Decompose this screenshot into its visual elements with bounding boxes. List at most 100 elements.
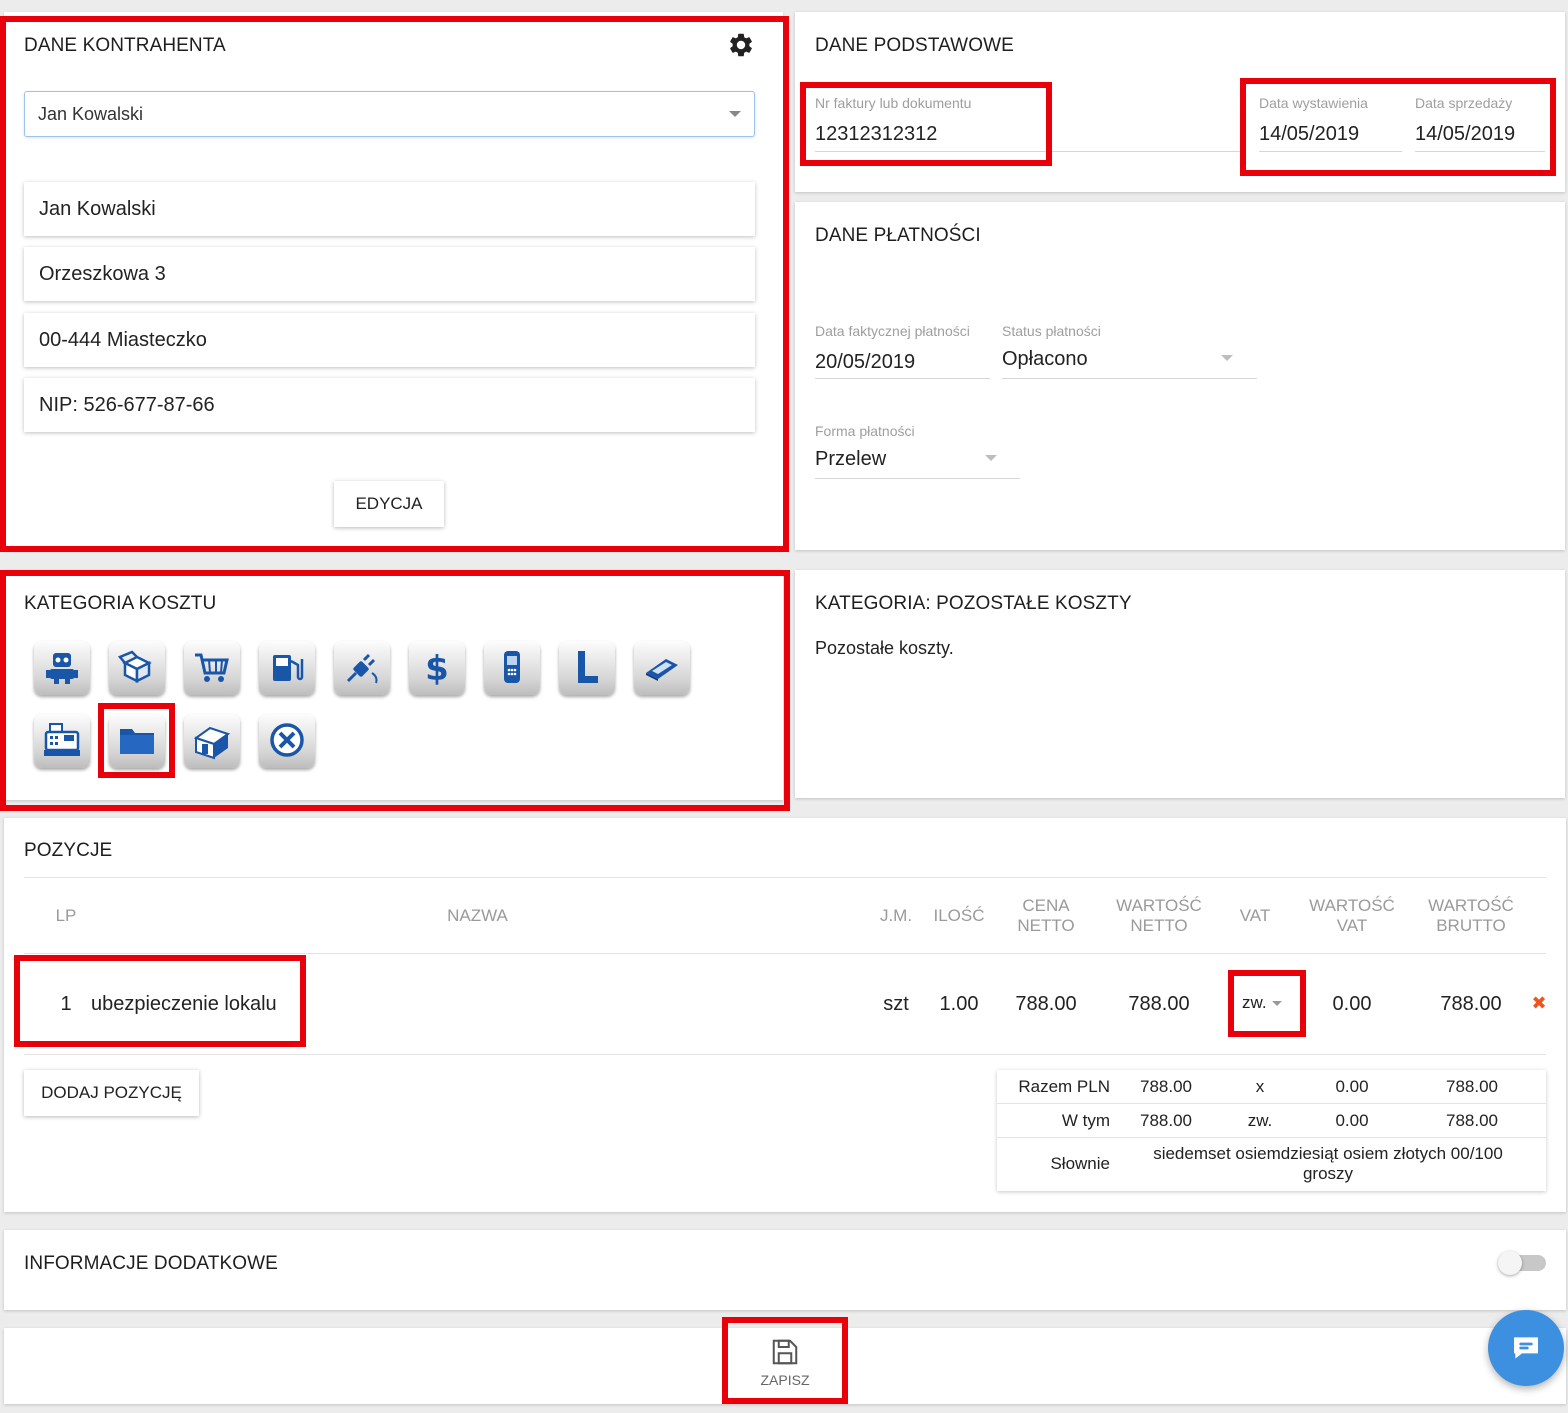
toggle-knob — [1498, 1251, 1522, 1275]
kontrahent-name: Jan Kowalski — [24, 182, 755, 236]
sum-wtym-vat-val: 0.00 — [1335, 1111, 1369, 1130]
row-nazwa-input[interactable]: ubezpieczenie lokalu — [91, 993, 277, 1016]
kontrahent-select[interactable]: Jan Kowalski — [24, 91, 755, 137]
row-wartosc-vat: 0.00 — [1332, 993, 1372, 1015]
nr-faktury-input[interactable]: 12312312312 — [815, 123, 1040, 146]
delete-row-icon[interactable]: ✖ — [1528, 993, 1550, 1014]
data-wystawienia-underline — [1259, 151, 1402, 152]
sum-slownie-label: Słownie — [1050, 1154, 1110, 1173]
data-sprzedazy-input[interactable]: 14/05/2019 — [1415, 123, 1515, 146]
summary-divider-2 — [997, 1137, 1546, 1138]
data-platnosci-underline — [815, 378, 990, 379]
dollar-icon[interactable]: $ — [409, 641, 465, 695]
data-platnosci-input[interactable]: 20/05/2019 — [815, 351, 915, 374]
sum-razem-brutto: 788.00 — [1446, 1077, 1498, 1096]
col-wartosc-brutto-line2: BRUTTO — [1436, 916, 1506, 935]
pozycje-title: POZYCJE — [24, 840, 113, 861]
col-wartosc-vat: WARTOŚĆ VAT — [1302, 896, 1402, 936]
platnosci-card — [795, 202, 1565, 550]
save-button[interactable]: ZAPISZ — [735, 1332, 835, 1394]
sum-wtym-brutto: 788.00 — [1446, 1111, 1498, 1130]
vat-chevron-down-icon — [1272, 1001, 1282, 1006]
pozycje-divider-header — [24, 953, 1546, 954]
add-position-button[interactable]: DODAJ POZYCJĘ — [24, 1070, 199, 1116]
col-wartosc-netto-line2: NETTO — [1130, 916, 1188, 935]
cart-icon[interactable] — [184, 641, 240, 695]
plug-icon[interactable] — [334, 641, 390, 695]
row-cena-netto[interactable]: 788.00 — [1000, 993, 1092, 1016]
row-jm[interactable]: szt — [870, 993, 922, 1016]
kategoria-info-title: KATEGORIA: POZOSTAŁE KOSZTY — [815, 593, 1132, 614]
sum-razem-vat-val: 0.00 — [1335, 1077, 1369, 1096]
sum-razem-vat: x — [1255, 1077, 1265, 1096]
col-cena-netto-line2: NETTO — [1017, 916, 1075, 935]
col-wartosc-vat-line2: VAT — [1336, 916, 1368, 935]
sum-wtym-label: W tym — [1061, 1111, 1110, 1130]
col-vat: VAT — [1239, 906, 1271, 925]
data-sprzedazy-underline — [1415, 151, 1545, 152]
col-ilosc: ILOŚĆ — [933, 906, 985, 925]
status-platnosci-underline — [1002, 378, 1257, 379]
kontrahent-city: 00-444 Miasteczko — [24, 313, 755, 367]
row-ilosc[interactable]: 1.00 — [926, 993, 992, 1016]
col-wartosc-brutto: WARTOŚĆ BRUTTO — [1420, 896, 1522, 936]
robot-icon[interactable] — [34, 641, 90, 695]
row-wartosc-netto: 788.00 — [1128, 993, 1190, 1015]
summary-table: Razem PLN 788.00 x 0.00 788.00 W tym 788… — [997, 1070, 1546, 1191]
col-cena-netto: CENA NETTO — [1000, 896, 1092, 936]
sum-razem-netto: 788.00 — [1140, 1077, 1192, 1096]
kategoria-info-description: Pozostałe koszty. — [815, 638, 954, 658]
col-cena-netto-line1: CENA — [1022, 896, 1070, 915]
svg-text:$: $ — [425, 649, 449, 687]
kontrahent-title: DANE KONTRAHENTA — [24, 35, 226, 56]
house-icon[interactable] — [184, 714, 240, 768]
sum-razem-label: Razem PLN — [1018, 1077, 1110, 1096]
row-vat-select[interactable]: zw. — [1242, 993, 1292, 1015]
calculator-icon[interactable] — [634, 641, 690, 695]
platnosci-title: DANE PŁATNOŚCI — [815, 225, 981, 246]
nr-faktury-label: Nr faktury lub dokumentu — [815, 95, 972, 111]
pozycje-divider-top — [24, 877, 1546, 878]
fuel-icon[interactable] — [259, 641, 315, 695]
forma-chevron-down-icon — [985, 455, 997, 461]
status-chevron-down-icon — [1221, 355, 1233, 361]
col-wartosc-brutto-line1: WARTOŚĆ — [1428, 896, 1514, 915]
col-lp: LP — [55, 906, 77, 925]
row-wartosc-brutto: 788.00 — [1440, 993, 1502, 1015]
save-label: ZAPISZ — [760, 1372, 810, 1388]
sum-wtym-vat: zw. — [1247, 1111, 1273, 1130]
chevron-down-icon — [729, 111, 741, 117]
dodatkowe-toggle[interactable] — [1498, 1251, 1546, 1275]
col-wartosc-netto-line1: WARTOŚĆ — [1116, 896, 1202, 915]
gear-icon[interactable] — [727, 31, 755, 59]
box-icon[interactable] — [109, 641, 165, 695]
data-wystawienia-input[interactable]: 14/05/2019 — [1259, 123, 1359, 146]
sum-wtym-netto: 788.00 — [1140, 1111, 1192, 1130]
kontrahent-nip: NIP: 526-677-87-66 — [24, 378, 755, 432]
pozycje-divider-row — [24, 1054, 1546, 1055]
kontrahent-street: Orzeszkowa 3 — [24, 247, 755, 301]
row-lp: 1 — [60, 993, 72, 1015]
dodatkowe-title: INFORMACJE DODATKOWE — [24, 1253, 278, 1274]
save-icon — [772, 1339, 798, 1365]
data-platnosci-label: Data faktycznej płatności — [815, 323, 970, 339]
status-platnosci-select[interactable]: Opłacono — [1002, 348, 1257, 371]
col-jm: J.M. — [879, 906, 913, 925]
kategoria-title: KATEGORIA KOSZTU — [24, 593, 217, 614]
phone-icon[interactable] — [484, 641, 540, 695]
cash-register-icon[interactable] — [34, 714, 90, 768]
chat-button[interactable] — [1488, 1310, 1564, 1386]
chat-icon — [1514, 1337, 1538, 1359]
nr-faktury-underline — [815, 151, 1240, 152]
summary-divider-1 — [997, 1103, 1546, 1104]
letter-l-icon[interactable] — [559, 641, 615, 695]
edit-button[interactable]: EDYCJA — [334, 481, 444, 527]
row-vat-value: zw. — [1242, 993, 1267, 1012]
cancel-icon[interactable] — [259, 714, 315, 768]
col-wartosc-netto: WARTOŚĆ NETTO — [1108, 896, 1210, 936]
forma-platnosci-underline — [815, 478, 1020, 479]
forma-platnosci-label: Forma płatności — [815, 423, 915, 439]
folder-icon[interactable] — [109, 714, 165, 768]
data-wystawienia-label: Data wystawienia — [1259, 95, 1368, 111]
col-nazwa: NAZWA — [447, 906, 508, 925]
